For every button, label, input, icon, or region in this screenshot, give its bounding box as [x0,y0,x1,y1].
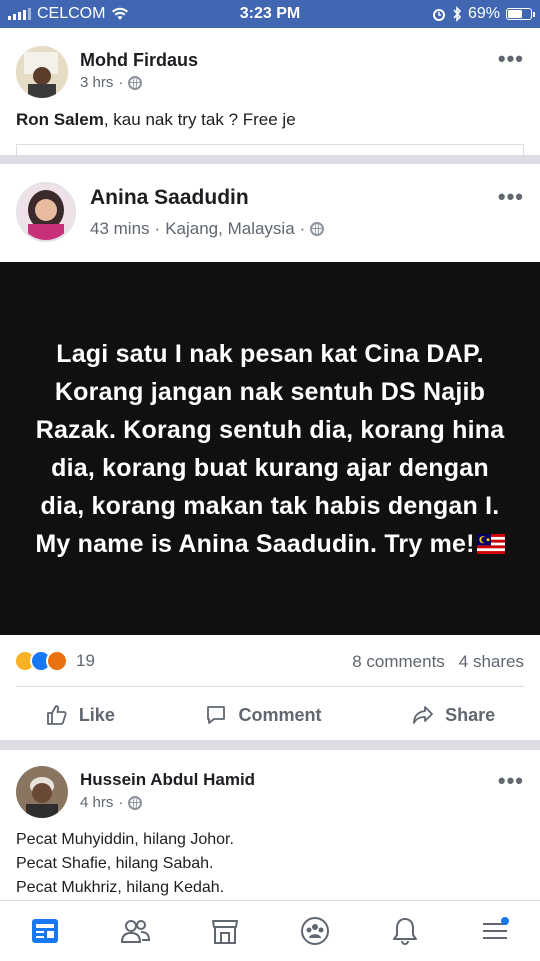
globe-icon [128,75,143,90]
more-options-button[interactable]: ••• [498,768,524,794]
battery-percent: 69% [467,5,500,22]
news-feed-icon [32,919,58,943]
menu-icon [483,917,509,939]
share-label: Share [445,704,496,725]
globe-icon [128,795,143,810]
meta-separator: · [118,74,124,91]
battery-icon [506,8,535,20]
post-card: Hussein Abdul Hamid 4 hrs · ••• Pecat Muh… [0,750,540,900]
angry-reaction-icon [46,650,68,672]
post-line: Pecat Shafie, hilang Sabah. [16,855,214,872]
post-line: Pecat Mukhriz, hilang Kedah. [16,879,225,896]
post-body: Ron Salem, kau nak try tak ? Free je [16,110,296,130]
tab-menu[interactable] [475,911,515,951]
status-right: 69% [432,5,535,23]
post-location[interactable]: Kajang, Malaysia [165,219,294,239]
author-avatar[interactable] [16,46,68,98]
meta-separator: · [118,794,124,811]
comment-button[interactable]: Comment [204,703,322,727]
comment-label: Comment [238,704,322,725]
bottom-navigation [0,900,540,961]
share-icon [413,706,434,724]
post-meta: 43 mins · Kajang, Malaysia · [90,219,325,239]
reaction-count: 19 [76,651,95,670]
post-actions: Like Comment Share [0,695,540,735]
author-name[interactable]: Anina Saadudin [90,186,249,210]
like-button[interactable]: Like [45,703,115,727]
post-time[interactable]: 3 hrs [80,74,113,91]
author-name[interactable]: Hussein Abdul Hamid [80,770,255,790]
post-line: Pecat Muhyiddin, hilang Johor. [16,831,234,848]
meta-separator: · [299,219,306,238]
status-bar: CELCOM 3:23 PM 69% [0,0,540,28]
reactions-summary[interactable]: 19 [14,650,95,672]
bluetooth-icon [453,6,462,22]
post-body: Pecat Muhyiddin, hilang Johor. Pecat Sha… [16,828,234,900]
avatar-image [16,766,68,818]
marketplace-icon [212,920,238,944]
tab-friends[interactable] [115,911,155,951]
like-label: Like [78,704,115,725]
comment-icon [207,706,226,724]
more-options-button[interactable]: ••• [498,46,524,72]
post-text: , kau nak try tak ? Free je [103,110,296,129]
alarm-icon [432,9,445,21]
tab-groups[interactable] [295,911,335,951]
tagged-user[interactable]: Ron Salem [16,110,104,129]
post-image[interactable]: Lagi satu I nak pesan kat Cina DAP. Kora… [0,262,540,635]
more-options-button[interactable]: ••• [498,184,524,210]
friends-icon [120,920,151,943]
avatar-image [16,46,68,98]
shares-count[interactable]: 4 shares [459,652,524,672]
tab-news-feed[interactable] [25,911,65,951]
post-meta: 3 hrs · [80,74,143,91]
divider [16,686,524,687]
author-avatar[interactable] [16,766,68,818]
author-name[interactable]: Mohd Firdaus [80,50,198,71]
image-text-container: Lagi satu I nak pesan kat Cina DAP. Kora… [35,335,505,563]
share-button[interactable]: Share [411,703,495,727]
avatar-image [18,184,74,240]
post-time[interactable]: 4 hrs [80,794,113,811]
notifications-icon [393,918,417,945]
thumbs-up-icon [46,705,67,725]
tab-marketplace[interactable] [205,911,245,951]
image-text: Lagi satu I nak pesan kat Cina DAP. Kora… [35,339,505,558]
engagement-counts: 8 comments 4 shares [352,652,524,672]
link-preview-edge [16,144,524,156]
globe-icon [310,222,325,236]
malaysia-flag-icon [476,533,505,554]
comments-count[interactable]: 8 comments [352,652,445,672]
post-meta: 4 hrs · [80,794,143,811]
groups-icon [301,917,329,945]
post-card: Mohd Firdaus 3 hrs · ••• Ron Salem, kau n… [0,28,540,156]
tab-notifications[interactable] [385,911,425,951]
post-time[interactable]: 43 mins [90,219,150,239]
meta-separator: · [154,219,161,238]
author-avatar[interactable] [16,182,76,242]
